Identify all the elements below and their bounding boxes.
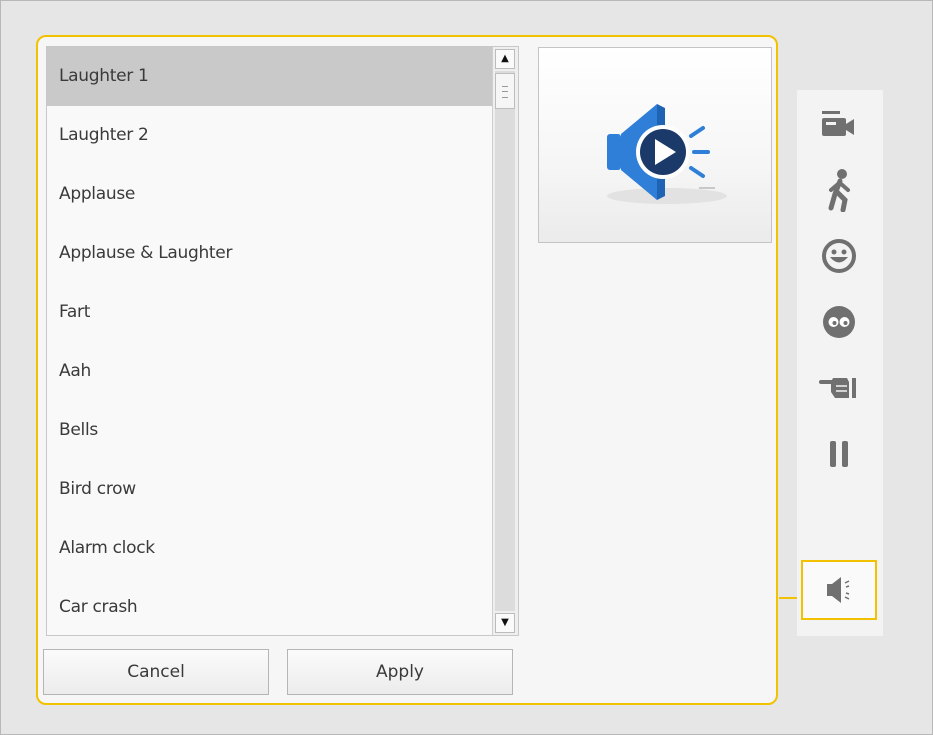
pause-icon <box>830 441 848 467</box>
sound-tool-button[interactable] <box>801 560 877 620</box>
list-item[interactable]: Applause <box>47 165 492 224</box>
sound-preview[interactable] <box>538 47 772 243</box>
list-item[interactable]: Bells <box>47 401 492 460</box>
apply-button[interactable]: Apply <box>287 649 513 695</box>
list-item[interactable]: Applause & Laughter <box>47 224 492 283</box>
list-item[interactable]: Alarm clock <box>47 519 492 578</box>
list-item[interactable]: Car crash <box>47 578 492 635</box>
camera-tool-button[interactable] <box>801 94 877 154</box>
scroll-thumb[interactable] <box>495 73 515 109</box>
camera-icon <box>822 111 854 136</box>
sound-play-icon <box>607 104 727 204</box>
pointing-hand-icon <box>819 378 856 398</box>
list-item[interactable]: Aah <box>47 342 492 401</box>
smiley-face-icon <box>822 239 856 273</box>
scroll-track[interactable] <box>495 71 515 611</box>
speaker-icon <box>827 577 850 603</box>
walking-person-icon <box>828 169 850 212</box>
point-tool-button[interactable] <box>801 358 877 418</box>
walk-tool-button[interactable] <box>801 160 877 220</box>
eyes-face-icon <box>823 306 855 338</box>
cancel-button[interactable]: Cancel <box>43 649 269 695</box>
scroll-up-arrow-icon[interactable]: ▲ <box>495 49 515 69</box>
vertical-scrollbar[interactable]: ▲ ▼ <box>492 47 518 635</box>
sound-list[interactable]: Laughter 1 Laughter 2 Applause Applause & L… <box>47 47 492 635</box>
sound-list-box: Laughter 1 Laughter 2 Applause Applause & L… <box>46 46 519 636</box>
smiley-tool-button[interactable] <box>801 226 877 286</box>
pause-tool-button[interactable] <box>801 424 877 484</box>
list-item[interactable]: Fart <box>47 283 492 342</box>
scroll-down-arrow-icon[interactable]: ▼ <box>495 613 515 633</box>
list-item[interactable]: Bird crow <box>47 460 492 519</box>
list-item[interactable]: Laughter 2 <box>47 106 492 165</box>
sound-picker-panel: Laughter 1 Laughter 2 Applause Applause & L… <box>36 35 778 705</box>
eyes-tool-button[interactable] <box>801 292 877 352</box>
effects-toolbar <box>797 90 883 636</box>
list-item[interactable]: Laughter 1 <box>47 47 492 106</box>
